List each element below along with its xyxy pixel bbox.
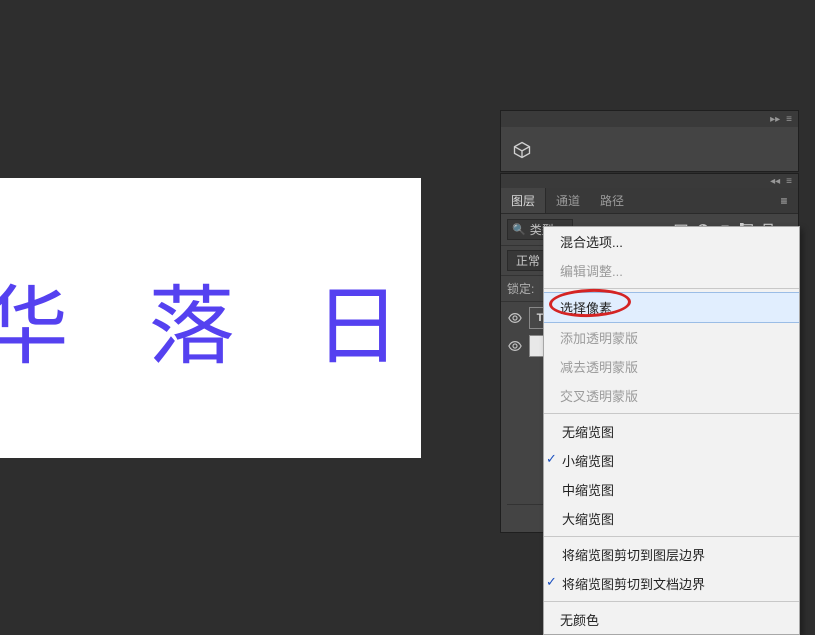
panel-menu-icon[interactable]: ≡ xyxy=(786,114,792,125)
tab-layers[interactable]: 图层 xyxy=(501,188,546,213)
menu-blend-options[interactable]: 混合选项... xyxy=(544,227,799,256)
menu-thumb-medium[interactable]: 中缩览图 xyxy=(544,475,799,504)
menu-intersect-transparency-mask: 交叉透明蒙版 xyxy=(544,381,799,410)
panel-handle[interactable]: ▸▸ ≡ xyxy=(501,111,798,127)
menu-subtract-transparency-mask: 减去透明蒙版 xyxy=(544,352,799,381)
lock-label: 锁定: xyxy=(507,280,534,297)
menu-clip-layer-bounds[interactable]: 将缩览图剪切到图层边界 xyxy=(544,540,799,569)
canvas-text: 华 落 日 xyxy=(0,256,428,381)
tab-channels[interactable]: 通道 xyxy=(546,188,590,213)
tab-paths[interactable]: 路径 xyxy=(590,188,634,213)
document-canvas[interactable]: 华 落 日 xyxy=(0,178,421,458)
3d-icon[interactable] xyxy=(509,137,535,163)
menu-edit-adjustment: 编辑调整... xyxy=(544,256,799,285)
panel-menu-button[interactable]: ≡ xyxy=(774,191,794,211)
menu-add-transparency-mask: 添加透明蒙版 xyxy=(544,323,799,352)
menu-separator xyxy=(544,413,799,414)
visibility-toggle[interactable] xyxy=(507,310,523,326)
collapse-left-icon[interactable]: ◂◂ xyxy=(770,176,780,187)
menu-thumb-none[interactable]: 无缩览图 xyxy=(544,417,799,446)
menu-select-pixels[interactable]: 选择像素 xyxy=(544,292,799,323)
panel-tabs: 图层 通道 路径 ≡ xyxy=(501,188,798,214)
menu-thumb-small[interactable]: ✓小缩览图 xyxy=(544,446,799,475)
menu-separator xyxy=(544,288,799,289)
menu-select-pixels-label: 选择像素 xyxy=(560,301,612,316)
collapse-left-icon[interactable]: ▸▸ xyxy=(770,114,780,125)
layers-panel-handle[interactable]: ◂◂ ≡ xyxy=(501,174,798,188)
check-icon: ✓ xyxy=(546,451,557,467)
menu-separator xyxy=(544,601,799,602)
search-icon: 🔍 xyxy=(512,223,526,236)
panel-menu-icon[interactable]: ≡ xyxy=(786,176,792,187)
menu-no-color[interactable]: 无颜色 xyxy=(544,605,799,634)
layer-context-menu: 混合选项... 编辑调整... 选择像素 添加透明蒙版 减去透明蒙版 交叉透明蒙… xyxy=(543,226,800,635)
check-icon: ✓ xyxy=(546,574,557,590)
properties-panel-collapsed: ▸▸ ≡ xyxy=(500,110,799,172)
visibility-toggle[interactable] xyxy=(507,338,523,354)
menu-thumb-large[interactable]: 大缩览图 xyxy=(544,504,799,533)
menu-clip-doc-bounds[interactable]: ✓将缩览图剪切到文档边界 xyxy=(544,569,799,598)
menu-separator xyxy=(544,536,799,537)
